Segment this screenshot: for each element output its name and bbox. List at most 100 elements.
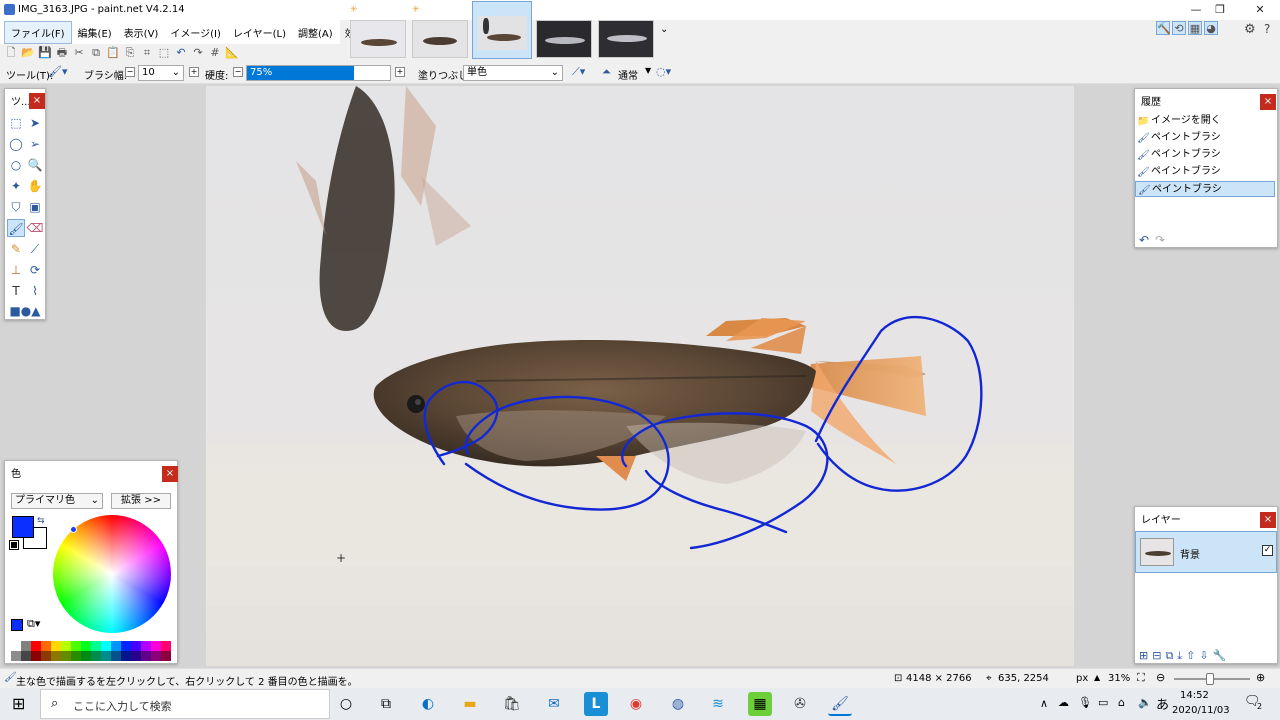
brush-width-increase-button[interactable]: + [189,67,199,77]
image-thumbnail-1[interactable] [350,20,406,58]
menu-image[interactable]: イメージ(I) [164,22,227,43]
deselect-icon[interactable]: ⬚ [157,46,171,60]
paintbrush-tool-selector-icon[interactable]: 🖌▾ [48,65,68,78]
palette-swatch[interactable] [71,641,81,651]
restore-button[interactable]: ❐ [1200,0,1240,20]
grid-icon[interactable]: # [208,46,222,60]
hardness-slider[interactable]: 75% [246,65,391,81]
tools-panel-close-button[interactable]: × [29,93,45,109]
rectangle-select-tool-icon[interactable]: ⬚ [7,114,25,132]
menu-edit[interactable]: 編集(E) [72,22,118,43]
history-item-paintbrush-3[interactable]: 🖌 ペイントブラシ [1135,164,1275,180]
layer-visibility-checkbox[interactable]: ✓ [1262,545,1273,556]
swap-colors-icon[interactable]: ⇆ [37,516,45,526]
tools-window-toggle-icon[interactable]: 🔨 [1156,21,1171,35]
blend-mode-select[interactable]: 通常 [618,67,638,82]
history-item-paintbrush-1[interactable]: 🖌 ペイントブラシ [1135,130,1275,146]
menu-layers[interactable]: レイヤー(L) [227,22,292,43]
palette-swatch[interactable] [11,641,21,651]
menu-view[interactable]: 表示(V) [118,22,165,43]
hardness-increase-button[interactable]: + [395,67,405,77]
cortana-icon[interactable]: ○ [334,692,358,716]
palette-swatch[interactable] [41,641,51,651]
image-thumbnail-5[interactable] [598,20,654,58]
merge-layer-icon[interactable]: ⤓ [1177,649,1182,663]
tray-overflow-icon[interactable]: ∧ [1040,697,1048,710]
move-layer-up-icon[interactable]: ⇧ [1186,649,1195,663]
l-app-icon[interactable]: L [584,692,608,716]
palette-swatch[interactable] [21,641,31,651]
colors-window-toggle-icon[interactable]: ◕ [1204,21,1218,35]
paste-icon[interactable]: 📋 [106,46,120,60]
zoom-slider[interactable] [1174,673,1250,685]
mail-icon[interactable]: ✉ [542,692,566,716]
history-redo-icon[interactable]: ↷ [1155,233,1165,247]
palette-swatch-dark[interactable] [51,651,61,661]
history-item-open-image[interactable]: 📁 イメージを開く [1135,113,1275,129]
battery-icon[interactable]: ▭ [1098,696,1108,709]
app-wave-icon[interactable]: ≋ [706,692,730,716]
onedrive-icon[interactable]: ☁ [1058,696,1069,709]
move-selected-tool-icon[interactable]: ➤ [26,114,44,132]
chrome-icon[interactable]: ◉ [624,692,648,716]
antialiasing-icon[interactable]: ⟋▾ [572,65,585,79]
line-curve-tool-icon[interactable]: ⌇ [26,282,44,300]
close-window-button[interactable]: ✕ [1240,0,1280,20]
hardness-decrease-button[interactable]: − [233,67,243,77]
selection-clipping-icon[interactable]: ◌▾ [656,65,671,78]
recolor-tool-icon[interactable]: ⟳ [26,261,44,279]
image-thumbnail-2[interactable] [412,20,468,58]
delete-layer-icon[interactable]: ⊟ [1152,649,1161,663]
palette-swatch[interactable] [101,641,111,651]
palette-swatch-dark[interactable] [61,651,71,661]
clock-date[interactable]: 2020/11/03 [1172,705,1230,716]
undo-icon[interactable]: ↶ [174,46,188,60]
palette-swatch-dark[interactable] [91,651,101,661]
text-tool-icon[interactable]: T [7,282,25,300]
file-explorer-icon[interactable]: ▬ [458,692,482,716]
thumbnail-more-icon[interactable]: ⌄ [660,24,668,35]
palette-swatch-dark[interactable] [21,651,31,661]
palette-swatch-dark[interactable] [121,651,131,661]
brush-width-input[interactable]: 10 ⌄ [138,65,184,81]
primary-color-swatch[interactable] [12,516,34,538]
redo-icon[interactable]: ↷ [191,46,205,60]
cut-icon[interactable]: ✂ [72,46,86,60]
palette-swatch-dark[interactable] [41,651,51,661]
network-icon[interactable]: ⌂ [1118,696,1125,709]
palette-swatch[interactable] [141,641,151,651]
menu-file[interactable]: ファイル(F) [4,20,72,44]
pencil-tool-icon[interactable]: ✎ [7,240,25,258]
taskbar-search-box[interactable]: ⌕ ここに入力して検索 [40,689,330,719]
palette-swatch-dark[interactable] [161,651,171,661]
store-icon[interactable]: 🛍 [500,692,524,716]
gradient-tool-icon[interactable]: ▣ [26,198,44,216]
image-canvas[interactable]: + [206,86,1074,666]
lasso-select-tool-icon[interactable]: ◯ [7,135,25,153]
help-icon[interactable]: ? [1264,22,1270,36]
expand-colors-button[interactable]: 拡張 >> [111,493,171,509]
units-select[interactable]: px [1076,673,1088,684]
palette-swatch[interactable] [131,641,141,651]
palette-swatch-dark[interactable] [81,651,91,661]
ellipse-select-tool-icon[interactable]: ○ [7,156,25,174]
image-thumbnail-3[interactable] [472,1,532,59]
history-window-toggle-icon[interactable]: ⟲ [1172,21,1186,35]
history-item-paintbrush-4[interactable]: 🖌 ペイントブラシ [1135,181,1275,197]
add-layer-icon[interactable]: ⊞ [1139,649,1148,663]
clock-time[interactable]: 14:52 [1180,690,1209,701]
ruler-icon[interactable]: 📐 [225,46,239,60]
new-file-icon[interactable]: 🗋 [4,46,18,60]
color-mode-select[interactable]: プライマリ色 ⌄ [11,493,103,509]
palette-swatch-dark[interactable] [31,651,41,661]
blend-mode-dropdown-icon[interactable]: ▼ [645,66,651,75]
task-view-icon[interactable]: ⧉ [374,692,398,716]
ime-indicator[interactable]: あ [1156,694,1169,713]
brush-width-decrease-button[interactable]: − [125,67,135,77]
magic-wand-tool-icon[interactable]: ✦ [7,177,25,195]
palette-swatch[interactable] [51,641,61,651]
zoom-in-icon[interactable]: ⊕ [1256,671,1265,684]
palette-swatch-dark[interactable] [111,651,121,661]
color-wheel[interactable] [53,515,171,633]
palette-swatch[interactable] [31,641,41,651]
